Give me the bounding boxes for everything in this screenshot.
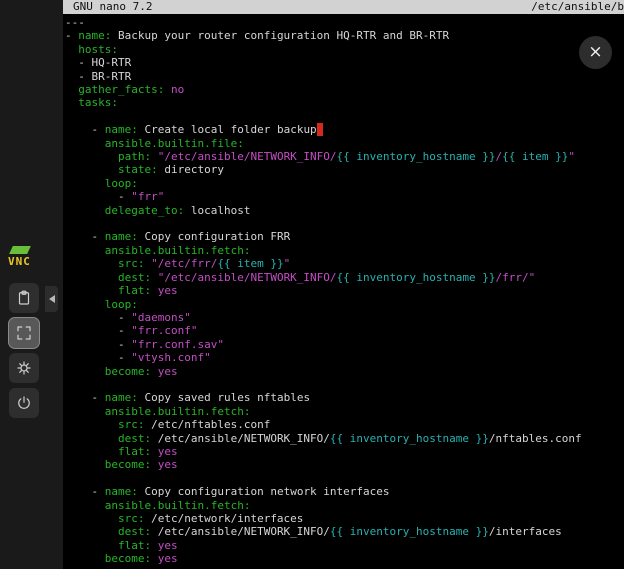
code-line[interactable]: flat: yes <box>65 539 624 552</box>
code-line[interactable]: loop: <box>65 298 624 311</box>
code-line[interactable]: ansible.builtin.file: <box>65 137 624 150</box>
code-line[interactable]: become: yes <box>65 365 624 378</box>
code-line[interactable] <box>65 378 624 391</box>
clipboard-icon <box>15 289 33 307</box>
code-line[interactable]: - "vtysh.conf" <box>65 351 624 364</box>
power-button[interactable] <box>9 388 39 418</box>
fullscreen-icon <box>15 324 33 342</box>
power-icon <box>15 394 33 412</box>
text-cursor <box>317 123 324 136</box>
code-line[interactable]: hosts: <box>65 43 624 56</box>
code-line[interactable]: path: "/etc/ansible/NETWORK_INFO/{{ inve… <box>65 150 624 163</box>
code-line[interactable]: flat: yes <box>65 445 624 458</box>
novnc-logo: VNC <box>8 246 44 274</box>
code-line[interactable]: delegate_to: localhost <box>65 204 624 217</box>
code-line[interactable]: ansible.builtin.fetch: <box>65 405 624 418</box>
file-path: /etc/ansible/b <box>531 0 624 14</box>
code-line[interactable]: become: yes <box>65 552 624 565</box>
code-line[interactable]: src: /etc/nftables.conf <box>65 418 624 431</box>
nano-titlebar: GNU nano 7.2 /etc/ansible/b <box>63 0 624 14</box>
code-line[interactable]: become: yes <box>65 458 624 471</box>
code-line[interactable]: state: directory <box>65 163 624 176</box>
novnc-logo-text: VNC <box>8 256 44 267</box>
code-line[interactable] <box>65 472 624 485</box>
novnc-logo-mark-icon <box>9 246 31 254</box>
control-bar-handle[interactable] <box>45 286 58 312</box>
code-line[interactable]: - "frr.conf" <box>65 324 624 337</box>
code-line[interactable]: - name: Create local folder backup <box>65 123 624 136</box>
collapse-left-arrow-icon <box>49 295 55 303</box>
code-line[interactable] <box>65 110 624 123</box>
code-line[interactable]: dest: /etc/ansible/NETWORK_INFO/{{ inven… <box>65 525 624 538</box>
code-line[interactable]: - name: Copy saved rules nftables <box>65 391 624 404</box>
code-line[interactable]: - "daemons" <box>65 311 624 324</box>
close-button[interactable]: × <box>579 36 612 69</box>
terminal-window: GNU nano 7.2 /etc/ansible/b ---- name: B… <box>63 0 624 569</box>
code-line[interactable]: gather_facts: no <box>65 83 624 96</box>
editor-content[interactable]: ---- name: Backup your router configurat… <box>63 14 624 566</box>
settings-button[interactable] <box>9 353 39 383</box>
code-line[interactable]: src: "/etc/frr/{{ item }}" <box>65 257 624 270</box>
code-line[interactable]: flat: yes <box>65 284 624 297</box>
code-line[interactable]: ansible.builtin.fetch: <box>65 499 624 512</box>
nano-version: GNU nano 7.2 <box>73 0 152 14</box>
code-line[interactable]: - name: Backup your router configuration… <box>65 29 624 42</box>
clipboard-button[interactable] <box>9 283 39 313</box>
code-line[interactable]: - name: Copy configuration network inter… <box>65 485 624 498</box>
vnc-control-bar: VNC <box>0 0 63 569</box>
code-line[interactable]: src: /etc/network/interfaces <box>65 512 624 525</box>
code-line[interactable]: ansible.builtin.fetch: <box>65 244 624 257</box>
code-line[interactable]: tasks: <box>65 96 624 109</box>
code-line[interactable]: - BR-RTR <box>65 70 624 83</box>
code-line[interactable] <box>65 217 624 230</box>
vnc-screen: VNC <box>0 0 624 569</box>
code-line[interactable]: - name: Copy configuration FRR <box>65 230 624 243</box>
code-line[interactable]: - HQ-RTR <box>65 56 624 69</box>
code-line[interactable]: --- <box>65 16 624 29</box>
code-line[interactable]: loop: <box>65 177 624 190</box>
code-line[interactable]: - "frr" <box>65 190 624 203</box>
fullscreen-button[interactable] <box>9 318 39 348</box>
gear-icon <box>15 359 33 377</box>
code-line[interactable]: dest: "/etc/ansible/NETWORK_INFO/{{ inve… <box>65 271 624 284</box>
code-line[interactable]: - "frr.conf.sav" <box>65 338 624 351</box>
code-line[interactable]: dest: /etc/ansible/NETWORK_INFO/{{ inven… <box>65 432 624 445</box>
